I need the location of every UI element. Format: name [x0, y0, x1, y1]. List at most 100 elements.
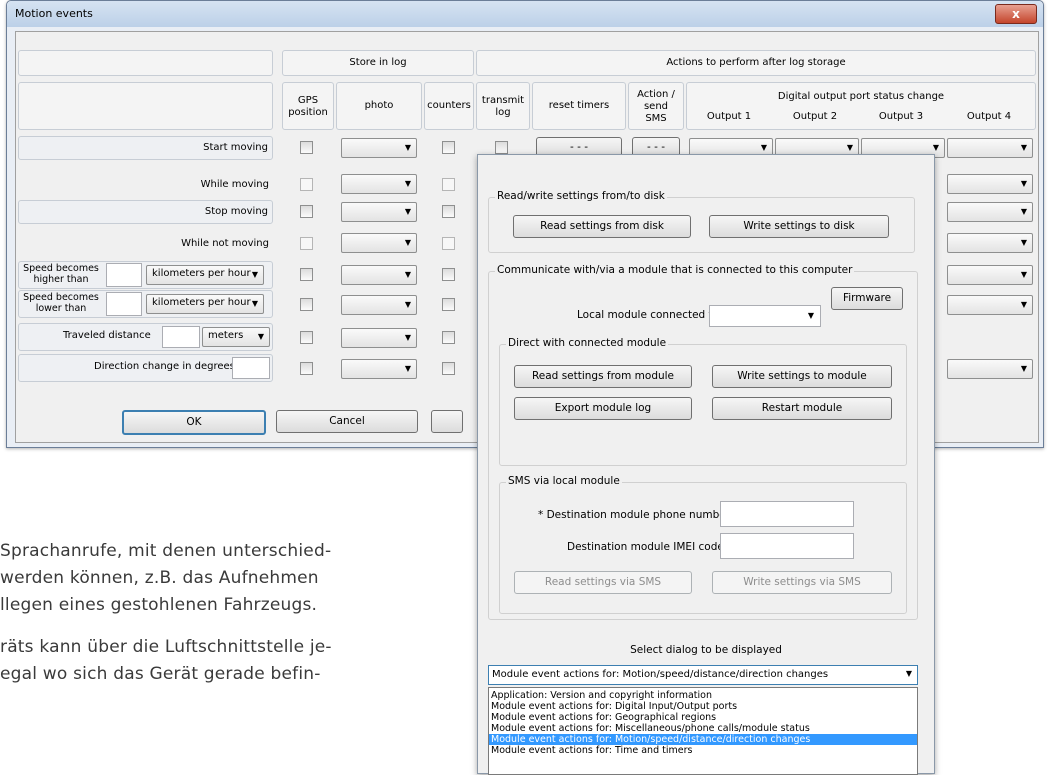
- gps-checkbox[interactable]: [300, 178, 313, 191]
- dest-imei-input[interactable]: [720, 533, 854, 559]
- chevron-down-icon: ▼: [846, 143, 853, 152]
- photo-dropdown[interactable]: ▼: [341, 328, 417, 348]
- while-moving-label: While moving: [200, 179, 269, 190]
- ok-button[interactable]: OK: [122, 410, 266, 435]
- transmit-log-checkbox[interactable]: [495, 141, 508, 154]
- counters-checkbox[interactable]: [442, 178, 455, 191]
- photo-dropdown[interactable]: ▼: [341, 138, 417, 158]
- third-button[interactable]: [431, 410, 463, 433]
- gps-checkbox[interactable]: [300, 141, 313, 154]
- output4-dropdown[interactable]: ▼: [947, 265, 1033, 285]
- output3-label: Output 3: [878, 111, 924, 122]
- write-sms-button[interactable]: Write settings via SMS: [712, 571, 892, 594]
- speed-higher-unit-dropdown[interactable]: kilometers per hour ▼: [146, 265, 264, 285]
- chevron-down-icon: ▼: [932, 143, 939, 152]
- output4-dropdown[interactable]: ▼: [947, 174, 1033, 194]
- photo-dropdown[interactable]: ▼: [341, 265, 417, 285]
- doc-line-3: llegen eines gestohlenen Fahrzeugs.: [0, 595, 318, 615]
- speed-lower-input[interactable]: [106, 292, 142, 316]
- output1-label: Output 1: [706, 111, 752, 122]
- counters-checkbox[interactable]: [442, 141, 455, 154]
- col-photo: photo: [336, 82, 422, 130]
- reset-timers-label: reset timers: [548, 100, 610, 111]
- select-dialog-dropdown[interactable]: Module event actions for: Motion/speed/d…: [488, 665, 918, 685]
- distance-unit-dropdown[interactable]: meters ▼: [202, 327, 270, 347]
- doc-line-4: räts kann über die Luftschnittstelle je-: [0, 637, 332, 657]
- rw-disk-title: Read/write settings from/to disk: [495, 190, 667, 202]
- chevron-down-icon: ▼: [404, 143, 411, 152]
- counters-checkbox[interactable]: [442, 298, 455, 311]
- write-module-button[interactable]: Write settings to module: [712, 365, 892, 388]
- counters-checkbox[interactable]: [442, 331, 455, 344]
- output2-label: Output 2: [792, 111, 838, 122]
- local-module-label: Local module connected to: [577, 309, 720, 321]
- read-sms-button[interactable]: Read settings via SMS: [514, 571, 692, 594]
- row-speed-higher: Speed becomes higher than kilometers per…: [18, 261, 273, 289]
- counters-checkbox[interactable]: [442, 205, 455, 218]
- output4-dropdown[interactable]: ▼: [947, 295, 1033, 315]
- firmware-button[interactable]: Firmware: [831, 287, 903, 310]
- col-reset-timers: reset timers: [532, 82, 626, 130]
- direction-input[interactable]: [232, 357, 270, 379]
- direct-title: Direct with connected module: [506, 337, 669, 349]
- photo-dropdown[interactable]: ▼: [341, 233, 417, 253]
- output4-dropdown[interactable]: ▼: [947, 202, 1033, 222]
- chevron-down-icon: ▼: [404, 300, 411, 309]
- photo-dropdown[interactable]: ▼: [341, 174, 417, 194]
- list-item[interactable]: Module event actions for: Miscellaneous/…: [489, 723, 917, 734]
- gps-checkbox[interactable]: [300, 237, 313, 250]
- photo-dropdown[interactable]: ▼: [341, 295, 417, 315]
- local-module-select[interactable]: ▼: [709, 305, 821, 327]
- speed-higher-input[interactable]: [106, 263, 142, 287]
- photo-dropdown[interactable]: ▼: [341, 202, 417, 222]
- row-speed-lower: Speed becomes lower than kilometers per …: [18, 290, 273, 318]
- counters-checkbox[interactable]: [442, 237, 455, 250]
- dest-phone-input[interactable]: [720, 501, 854, 527]
- dest-imei-label: Destination module IMEI code: [567, 541, 724, 553]
- communicate-title: Communicate with/via a module that is co…: [495, 264, 855, 276]
- output4-dropdown[interactable]: ▼: [947, 233, 1033, 253]
- gps-checkbox[interactable]: [300, 362, 313, 375]
- doc-line-2: werden können, z.B. das Aufnehmen: [0, 568, 319, 588]
- list-item[interactable]: Module event actions for: Digital Input/…: [489, 701, 917, 712]
- chevron-down-icon: ▼: [404, 270, 411, 279]
- counters-checkbox[interactable]: [442, 268, 455, 281]
- gps-checkbox[interactable]: [300, 298, 313, 311]
- close-button[interactable]: x: [995, 4, 1037, 24]
- gps-checkbox[interactable]: [300, 268, 313, 281]
- list-item[interactable]: Module event actions for: Motion/speed/d…: [489, 734, 917, 745]
- direct-group: Direct with connected module Read settin…: [499, 337, 907, 466]
- read-disk-button[interactable]: Read settings from disk: [513, 215, 691, 238]
- start-moving-label: Start moving: [203, 142, 268, 153]
- counters-checkbox[interactable]: [442, 362, 455, 375]
- speed-lower-unit-dropdown[interactable]: kilometers per hour ▼: [146, 294, 264, 314]
- list-item[interactable]: Module event actions for: Geographical r…: [489, 712, 917, 723]
- chevron-down-icon: ▼: [1020, 300, 1027, 309]
- list-item[interactable]: Application: Version and copyright infor…: [489, 690, 917, 701]
- distance-input[interactable]: [162, 326, 200, 348]
- write-disk-button[interactable]: Write settings to disk: [709, 215, 889, 238]
- unit-value: kilometers per hour: [152, 268, 251, 279]
- speed-lower-label: Speed becomes lower than: [23, 292, 99, 314]
- list-item[interactable]: Module event actions for: Time and timer…: [489, 745, 917, 756]
- cancel-button[interactable]: Cancel: [276, 410, 418, 433]
- output4-dropdown[interactable]: ▼: [947, 138, 1033, 158]
- photo-dropdown[interactable]: ▼: [341, 359, 417, 379]
- read-module-button[interactable]: Read settings from module: [514, 365, 692, 388]
- row-traveled-distance: Traveled distance meters ▼: [18, 323, 273, 351]
- actions-header: Actions to perform after log storage: [476, 50, 1036, 76]
- restart-module-button[interactable]: Restart module: [712, 397, 892, 420]
- output4-dropdown[interactable]: ▼: [947, 359, 1033, 379]
- chevron-down-icon: ▼: [404, 179, 411, 188]
- chevron-down-icon: ▼: [404, 238, 411, 247]
- chevron-down-icon: ▼: [1020, 179, 1027, 188]
- direction-change-label: Direction change in degrees: [94, 361, 235, 372]
- rw-disk-group: Read/write settings from/to disk Read se…: [488, 190, 915, 253]
- gps-checkbox[interactable]: [300, 205, 313, 218]
- export-log-button[interactable]: Export module log: [514, 397, 692, 420]
- gps-checkbox[interactable]: [300, 331, 313, 344]
- chevron-down-icon: ▼: [1020, 364, 1027, 373]
- gps-position-label: GPS position: [288, 95, 328, 118]
- speed-higher-label: Speed becomes higher than: [23, 263, 99, 285]
- transmit-log-label: transmit log: [481, 95, 525, 118]
